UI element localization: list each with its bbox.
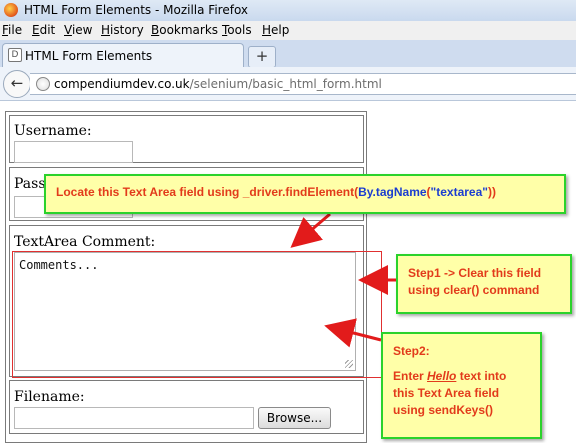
- step1-line2: using clear() command: [408, 283, 540, 297]
- step2-post: text into: [456, 369, 507, 383]
- tab-html-form-elements[interactable]: D HTML Form Elements: [2, 43, 244, 68]
- back-button[interactable]: ←: [3, 70, 31, 98]
- menu-edit[interactable]: Edit: [32, 23, 55, 37]
- menu-bar: File Edit View History Bookmarks Tools H…: [0, 21, 576, 40]
- step1-line1: Step1 -> Clear this field: [408, 266, 542, 280]
- window-titlebar: HTML Form Elements - Mozilla Firefox: [0, 0, 576, 22]
- step2-line2: this Text Area field: [393, 386, 500, 400]
- step2-line1: Enter Hello text into: [393, 368, 506, 385]
- tab-strip: D HTML Form Elements +: [0, 40, 576, 68]
- tab-label: HTML Form Elements: [25, 49, 153, 63]
- menu-help[interactable]: Help: [262, 23, 289, 37]
- step2-pre: Enter: [393, 369, 428, 383]
- username-label: Username:: [14, 123, 92, 139]
- step2-title: Step2:: [393, 344, 430, 358]
- menu-bookmarks[interactable]: Bookmarks: [151, 23, 218, 37]
- filename-label: Filename:: [14, 389, 85, 405]
- locate-callout: Locate this Text Area field using _drive…: [44, 174, 566, 214]
- locate-code: By.tagName: [358, 185, 427, 199]
- step1-callout-text: Step1 -> Clear this field using clear() …: [408, 265, 541, 299]
- username-input[interactable]: [14, 141, 133, 163]
- new-tab-button[interactable]: +: [248, 46, 276, 68]
- url-text: compendiumdev.co.uk/selenium/basic_html_…: [54, 77, 382, 91]
- step1-callout: Step1 -> Clear this field using clear() …: [396, 254, 572, 314]
- step2-callout: Step2: Enter Hello text into this Text A…: [381, 332, 542, 439]
- step2-line3: using sendKeys(): [393, 403, 494, 417]
- textarea-label: TextArea Comment:: [14, 234, 156, 250]
- page-document-icon: D: [8, 48, 22, 62]
- locate-prefix: Locate this Text Area field using _drive…: [56, 185, 359, 199]
- filename-input[interactable]: [14, 407, 254, 429]
- menu-tools[interactable]: Tools: [222, 23, 252, 37]
- menu-view[interactable]: View: [64, 23, 92, 37]
- browse-button[interactable]: Browse...: [258, 407, 331, 429]
- filename-cell: Filename: Browse...: [9, 380, 364, 434]
- step2-callout-text: Enter Hello text into this Text Area fie…: [393, 368, 506, 419]
- locate-callout-text: Locate this Text Area field using _drive…: [56, 185, 496, 199]
- locate-quote: "textarea": [430, 185, 488, 199]
- globe-icon: [36, 77, 50, 91]
- menu-history[interactable]: History: [101, 23, 144, 37]
- textarea-highlight-box: [12, 251, 382, 378]
- url-host: compendiumdev.co.uk: [54, 77, 190, 91]
- navigation-bar: ← compendiumdev.co.uk/selenium/basic_htm…: [0, 67, 576, 101]
- locate-suffix: )): [487, 185, 496, 199]
- window-title: HTML Form Elements - Mozilla Firefox: [24, 3, 249, 17]
- address-bar[interactable]: compendiumdev.co.uk/selenium/basic_html_…: [30, 73, 576, 95]
- firefox-logo-icon: [4, 3, 18, 17]
- menu-file[interactable]: File: [2, 23, 22, 37]
- username-cell: Username:: [9, 115, 364, 163]
- url-path: /selenium/basic_html_form.html: [189, 77, 382, 91]
- step2-em: Hello: [427, 369, 457, 383]
